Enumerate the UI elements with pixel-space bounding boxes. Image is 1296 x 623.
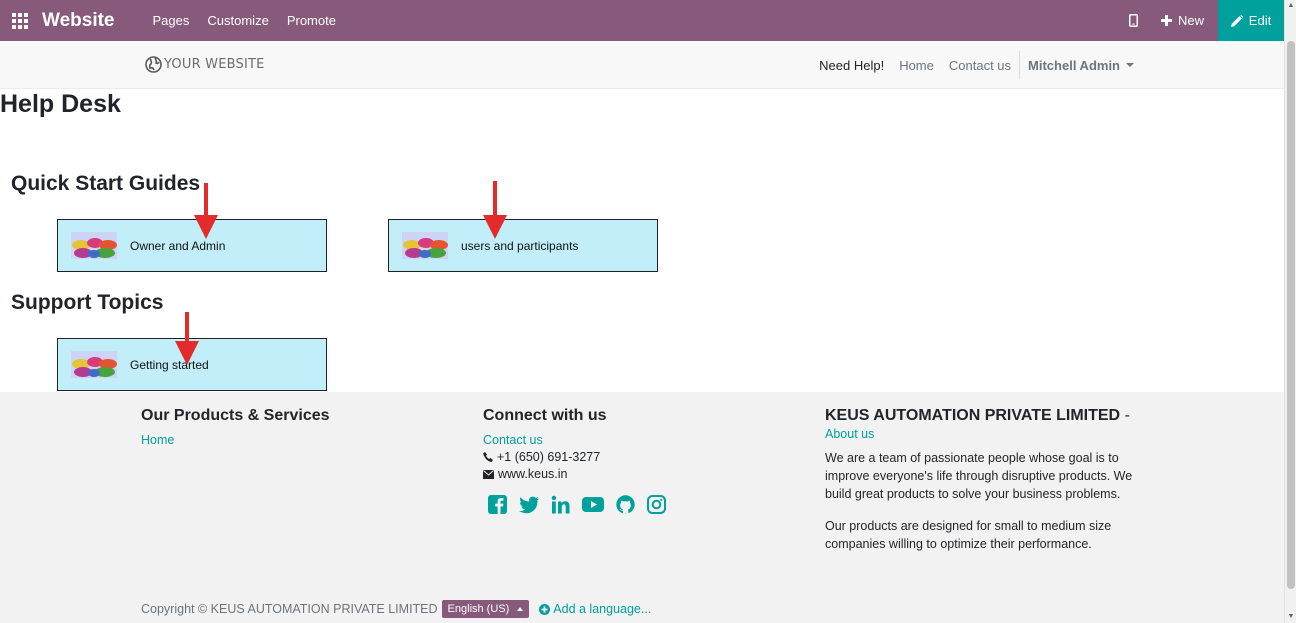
user-menu[interactable]: Mitchell Admin <box>1028 58 1134 73</box>
card-users-and-participants[interactable]: users and participants <box>388 219 658 272</box>
facebook-icon[interactable] <box>488 495 507 514</box>
add-language-label: Add a language... <box>553 602 652 616</box>
site-footer: Our Products & Services Home Connect wit… <box>0 392 1284 623</box>
phone-icon <box>483 452 493 462</box>
user-name: Mitchell Admin <box>1028 57 1120 73</box>
footer-connect-column: Connect with us Contact us +1 (650) 691-… <box>483 407 666 514</box>
youtube-icon[interactable] <box>582 495 604 514</box>
footer-link-about-us[interactable]: About us <box>825 427 1143 441</box>
language-selector[interactable]: English (US) <box>441 600 530 618</box>
footer-link-home[interactable]: Home <box>141 433 330 447</box>
pencil-icon <box>1230 14 1243 27</box>
scroll-up-arrow-icon[interactable]: ▲ <box>1285 0 1296 12</box>
footer-email: www.keus.in <box>483 467 666 481</box>
instagram-icon[interactable] <box>647 495 666 514</box>
arrow-down-icon <box>483 181 507 239</box>
caret-down-icon <box>1126 63 1134 67</box>
scrollbar-thumb[interactable] <box>1287 41 1295 589</box>
mobile-preview-icon[interactable] <box>1119 0 1149 41</box>
nav-need-help[interactable]: Need Help! <box>819 58 884 73</box>
arrow-down-icon <box>175 312 199 365</box>
footer-email-text: www.keus.in <box>498 467 568 481</box>
menu-customize[interactable]: Customize <box>207 13 268 28</box>
edit-button-label: Edit <box>1248 13 1272 28</box>
menu-promote[interactable]: Promote <box>287 13 336 28</box>
menu-pages[interactable]: Pages <box>153 13 190 28</box>
website-top-bar: Website Pages Customize Promote New Edit <box>0 0 1284 41</box>
footer-about-column: KEUS AUTOMATION PRIVATE LIMITED - About … <box>825 407 1143 567</box>
site-navigation: Need Help! Home Contact us Mitchell Admi… <box>804 41 1134 89</box>
logo-text: YOUR WEBSITE <box>164 57 265 72</box>
card-thumbnail-image <box>402 232 448 259</box>
plus-icon <box>1160 15 1172 26</box>
site-header: YOUR WEBSITE Need Help! Home Contact us … <box>0 41 1284 89</box>
footer-products-column: Our Products & Services Home <box>141 407 330 450</box>
new-button-label: New <box>1177 13 1204 28</box>
footer-copyright-bar: Copyright © KEUS AUTOMATION PRIVATE LIMI… <box>141 600 651 618</box>
plus-circle-icon <box>539 603 551 615</box>
app-name[interactable]: Website <box>42 10 115 32</box>
twitter-icon[interactable] <box>519 495 539 514</box>
edit-button[interactable]: Edit <box>1218 0 1284 41</box>
footer-phone: +1 (650) 691-3277 <box>483 450 666 464</box>
footer-company-name: KEUS AUTOMATION PRIVATE LIMITED <box>825 407 1121 424</box>
footer-link-contact-us[interactable]: Contact us <box>483 433 666 447</box>
nav-home[interactable]: Home <box>899 58 934 73</box>
footer-products-title: Our Products & Services <box>141 407 330 424</box>
footer-company-title: KEUS AUTOMATION PRIVATE LIMITED - <box>825 407 1143 425</box>
nav-contact-us[interactable]: Contact us <box>949 58 1011 73</box>
footer-company-dash: - <box>1124 407 1130 424</box>
footer-about-paragraph-1: We are a team of passionate people whose… <box>825 451 1133 501</box>
add-language-link[interactable]: Add a language... <box>539 602 651 616</box>
footer-phone-text: +1 (650) 691-3277 <box>497 450 601 464</box>
linkedin-icon[interactable] <box>551 495 570 514</box>
new-button[interactable]: New <box>1160 13 1204 28</box>
card-thumbnail-image <box>71 232 117 259</box>
footer-connect-title: Connect with us <box>483 407 607 424</box>
caret-up-icon <box>517 607 524 611</box>
arrow-down-icon <box>194 183 218 239</box>
envelope-icon <box>483 469 494 479</box>
card-owner-and-admin[interactable]: Owner and Admin <box>57 219 327 272</box>
page-title: Help Desk <box>0 90 121 118</box>
section-title-quick-start: Quick Start Guides <box>11 172 201 195</box>
scroll-down-arrow-icon[interactable]: ▼ <box>1285 611 1296 623</box>
page-scrollbar[interactable]: ▲ ▼ <box>1284 0 1296 623</box>
card-label: users and participants <box>461 238 579 253</box>
copyright-text: Copyright © KEUS AUTOMATION PRIVATE LIMI… <box>141 602 438 616</box>
card-thumbnail-image <box>71 351 117 378</box>
footer-about-paragraph-2: Our products are designed for small to m… <box>825 519 1112 551</box>
nav-divider <box>1019 51 1021 79</box>
apps-grid-icon[interactable] <box>0 0 40 41</box>
social-links <box>488 495 666 514</box>
globe-icon <box>145 56 162 73</box>
language-label: English (US) <box>447 603 510 615</box>
section-title-support-topics: Support Topics <box>11 291 164 314</box>
github-icon[interactable] <box>616 495 635 514</box>
site-logo[interactable]: YOUR WEBSITE <box>145 56 265 73</box>
